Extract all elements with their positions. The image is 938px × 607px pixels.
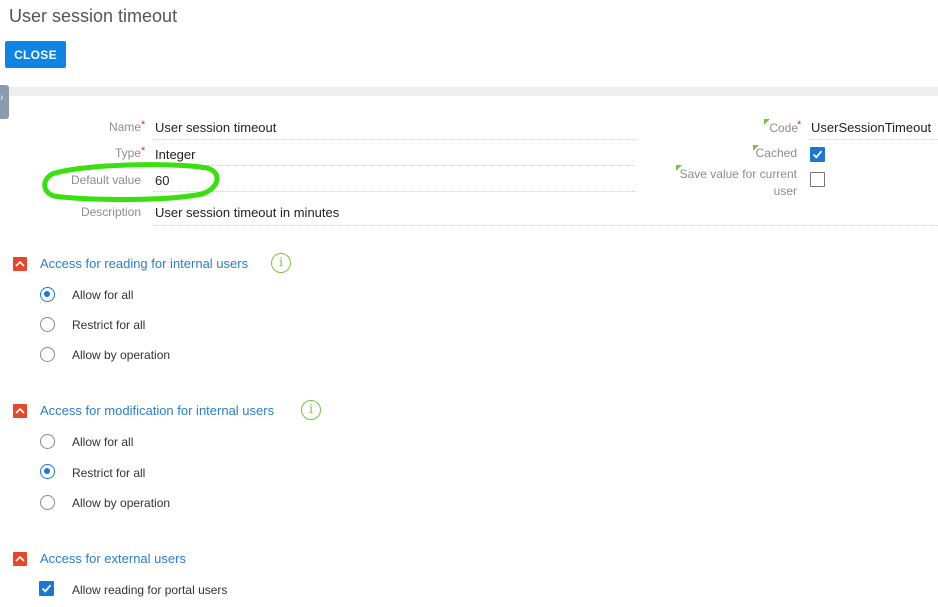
info-icon[interactable]: i xyxy=(301,400,321,420)
modification-restrict-all-label: Restrict for all xyxy=(72,466,146,480)
highlight-annotation xyxy=(42,162,220,202)
close-button[interactable]: CLOSE xyxy=(5,41,66,68)
checkmark-icon xyxy=(812,150,823,159)
external-section-title[interactable]: Access for external users xyxy=(40,551,186,566)
reading-restrict-all-radio[interactable] xyxy=(40,317,55,332)
chevron-up-icon xyxy=(15,555,25,562)
checkmark-icon xyxy=(41,584,52,593)
modification-allow-all-label: Allow for all xyxy=(72,435,134,449)
description-underline xyxy=(153,225,938,226)
cached-label: Cached xyxy=(755,146,797,160)
description-label: Description xyxy=(80,205,141,219)
name-underline xyxy=(153,139,635,140)
save-value-label-line1: Save value for current xyxy=(679,167,797,181)
reading-by-operation-label: Allow by operation xyxy=(72,348,171,362)
code-label: Code xyxy=(769,121,798,135)
required-marker: * xyxy=(141,119,146,131)
portal-reading-label: Allow reading for portal users xyxy=(72,583,228,597)
header-divider xyxy=(0,87,938,96)
chevron-up-icon xyxy=(15,260,25,267)
chevron-up-icon xyxy=(15,407,25,414)
collapse-external-button[interactable] xyxy=(13,552,27,566)
default-value-underline xyxy=(153,191,635,192)
reading-allow-all-label: Allow for all xyxy=(72,288,134,302)
name-label: Name xyxy=(108,120,141,134)
save-value-label-line2: user xyxy=(773,184,797,198)
reading-allow-all-radio[interactable] xyxy=(40,287,55,302)
name-field[interactable]: User session timeout xyxy=(155,120,276,135)
cached-checkbox[interactable] xyxy=(810,147,825,162)
required-marker: * xyxy=(797,119,802,131)
info-icon[interactable]: i xyxy=(271,253,291,273)
save-value-checkbox[interactable] xyxy=(810,172,825,187)
modification-allow-all-radio[interactable] xyxy=(40,434,55,449)
collapse-modification-button[interactable] xyxy=(13,404,27,418)
page-title: User session timeout xyxy=(9,6,178,26)
portal-reading-checkbox[interactable] xyxy=(39,581,54,596)
reading-section-title[interactable]: Access for reading for internal users xyxy=(40,256,248,271)
modification-section-title[interactable]: Access for modification for internal use… xyxy=(40,403,274,418)
description-field[interactable]: User session timeout in minutes xyxy=(155,205,339,220)
type-underline xyxy=(153,165,635,166)
chevron-right-icon: › xyxy=(0,92,4,103)
modification-by-operation-label: Allow by operation xyxy=(72,496,171,510)
reading-by-operation-radio[interactable] xyxy=(40,347,55,362)
required-marker: * xyxy=(141,145,146,157)
type-label: Type xyxy=(114,146,141,160)
code-field[interactable]: UserSessionTimeout xyxy=(811,120,931,135)
collapse-reading-button[interactable] xyxy=(13,257,27,271)
modification-restrict-all-radio[interactable] xyxy=(40,464,55,479)
code-underline xyxy=(809,139,938,140)
reading-restrict-all-label: Restrict for all xyxy=(72,318,146,332)
modification-by-operation-radio[interactable] xyxy=(40,495,55,510)
